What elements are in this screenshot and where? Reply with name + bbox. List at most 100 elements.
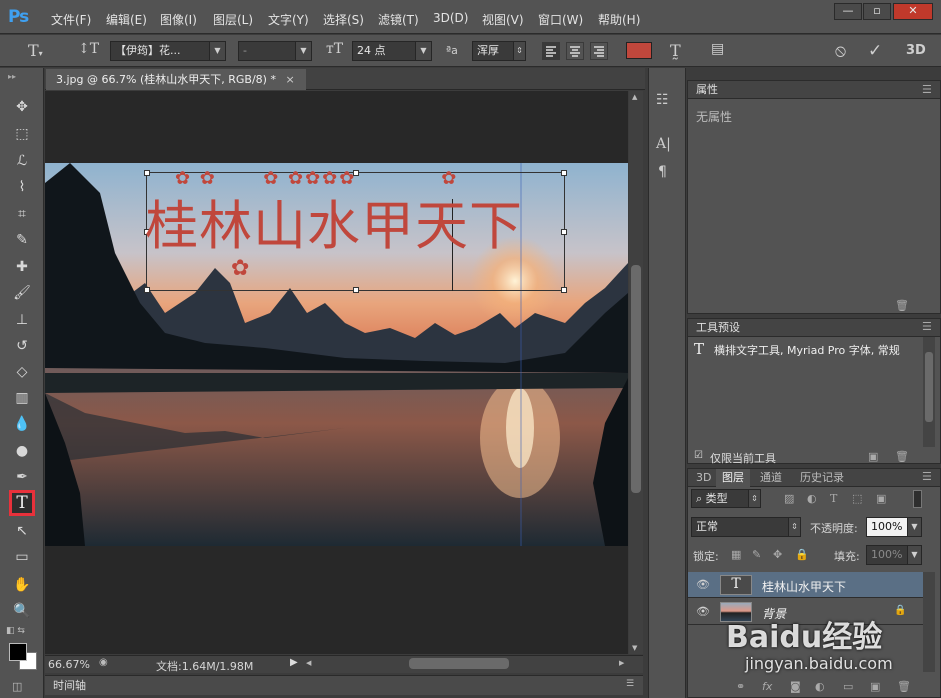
- panel-menu-icon[interactable]: ☰: [626, 679, 634, 689]
- collapse-toolbar-icon[interactable]: ▸▸: [8, 72, 16, 81]
- anti-alias-select[interactable]: 浑厚 ⇕: [472, 41, 526, 61]
- tab-3d[interactable]: 3D: [690, 469, 717, 487]
- lock-pixels-icon[interactable]: ✎: [752, 548, 761, 561]
- transform-handle[interactable]: [144, 287, 150, 293]
- menu-layer[interactable]: 图层(L): [213, 11, 253, 28]
- rectangle-tool-icon[interactable]: ▭: [9, 546, 35, 568]
- layers-scrollbar[interactable]: [923, 572, 935, 672]
- commit-edit-icon[interactable]: ✓: [868, 41, 882, 61]
- zoom-level[interactable]: 66.67%: [48, 658, 90, 671]
- eye-icon[interactable]: 👁: [696, 578, 710, 591]
- font-size-select[interactable]: 24 点 ▼: [352, 41, 432, 61]
- transform-handle[interactable]: [144, 170, 150, 176]
- layer-filter-select[interactable]: ⌕ 类型 ⇕: [691, 489, 761, 508]
- current-tool-only-checkbox[interactable]: ☑: [694, 450, 703, 461]
- filter-toggle-switch[interactable]: [913, 490, 922, 508]
- scroll-up-icon[interactable]: ▲: [632, 93, 637, 101]
- filter-type-icon[interactable]: T: [830, 492, 837, 505]
- character-panel-icon[interactable]: A|: [656, 136, 671, 152]
- adjustment-layer-icon[interactable]: ◐: [815, 680, 825, 693]
- transform-handle[interactable]: [353, 287, 359, 293]
- quick-select-tool-icon[interactable]: ⌇: [9, 176, 35, 198]
- toggle-text-orientation-icon[interactable]: ↕T: [78, 41, 99, 57]
- menu-view[interactable]: 视图(V): [482, 11, 524, 28]
- 3d-button[interactable]: 3D: [906, 43, 926, 58]
- add-mask-icon[interactable]: ◙: [790, 680, 801, 693]
- menu-select[interactable]: 选择(S): [323, 11, 364, 28]
- history-brush-tool-icon[interactable]: ↺: [9, 335, 35, 357]
- lasso-tool-icon[interactable]: ℒ: [9, 150, 35, 172]
- lock-position-icon[interactable]: ✥: [773, 548, 782, 561]
- quick-mask-icon[interactable]: ◫: [12, 680, 22, 693]
- marquee-tool-icon[interactable]: ⬚: [9, 123, 35, 145]
- filter-smart-object-icon[interactable]: ▣: [876, 492, 886, 505]
- delete-icon[interactable]: 🗑: [895, 299, 909, 312]
- panel-menu-icon[interactable]: ☰: [922, 320, 932, 333]
- menu-filter[interactable]: 滤镜(T): [378, 11, 419, 28]
- blur-tool-icon[interactable]: 💧: [9, 413, 35, 435]
- vertical-scroll-thumb[interactable]: [631, 265, 641, 493]
- new-group-icon[interactable]: ▭: [843, 680, 853, 693]
- new-preset-icon[interactable]: ▣: [868, 450, 878, 463]
- filter-shape-icon[interactable]: ⬚: [852, 492, 862, 505]
- menu-file[interactable]: 文件(F): [51, 11, 91, 28]
- minimize-button[interactable]: —: [834, 3, 862, 20]
- close-window-button[interactable]: ✕: [893, 3, 933, 20]
- layer-row-text[interactable]: 👁 T 桂林山水甲天下: [688, 572, 924, 598]
- default-colors-icon[interactable]: ◧ ⇆: [6, 626, 25, 636]
- font-style-select[interactable]: - ▼: [238, 41, 312, 61]
- tool-preset-item[interactable]: 横排文字工具, Myriad Pro 字体, 常规: [714, 342, 922, 358]
- menu-edit[interactable]: 编辑(E): [106, 11, 147, 28]
- eye-icon[interactable]: 👁: [696, 605, 710, 618]
- panel-menu-icon[interactable]: ☰: [922, 83, 932, 96]
- canvas-image[interactable]: 桂林山水甲天下 ✿ ✿ ✿ ✿✿✿✿ ✿ ✿: [45, 163, 628, 546]
- new-layer-icon[interactable]: ▣: [870, 680, 880, 693]
- horizontal-scroll-thumb[interactable]: [409, 658, 509, 669]
- crop-tool-icon[interactable]: ⌗: [9, 203, 35, 225]
- transform-handle[interactable]: [561, 229, 567, 235]
- tab-channels[interactable]: 通道: [754, 469, 788, 487]
- move-tool-icon[interactable]: ✥: [9, 96, 35, 118]
- align-left-button[interactable]: [542, 42, 560, 60]
- hand-tool-icon[interactable]: ✋: [9, 574, 35, 596]
- scroll-down-icon[interactable]: ▼: [632, 644, 637, 652]
- lock-transparent-icon[interactable]: ▦: [731, 548, 741, 561]
- lock-all-icon[interactable]: 🔒: [795, 548, 809, 561]
- character-panel-icon[interactable]: ▤: [711, 41, 724, 57]
- presets-scroll-thumb[interactable]: [925, 352, 933, 422]
- restore-button[interactable]: ▫: [863, 3, 891, 20]
- menu-image[interactable]: 图像(I): [160, 11, 197, 28]
- pen-tool-icon[interactable]: ✒: [9, 466, 35, 488]
- menu-type[interactable]: 文字(Y): [268, 11, 309, 28]
- healing-brush-tool-icon[interactable]: ✚: [9, 256, 35, 278]
- panel-menu-icon[interactable]: ☰: [922, 470, 932, 483]
- brush-tool-icon[interactable]: 🖌: [9, 282, 35, 304]
- timeline-panel[interactable]: 时间轴: [45, 675, 643, 695]
- layer-name[interactable]: 桂林山水甲天下: [762, 578, 846, 595]
- warp-text-icon[interactable]: T̰: [670, 41, 681, 60]
- history-panel-icon[interactable]: ☷: [656, 92, 669, 108]
- status-info-icon[interactable]: ◉: [99, 657, 108, 668]
- dodge-tool-icon[interactable]: ●: [9, 440, 35, 462]
- eyedropper-tool-icon[interactable]: ✎: [9, 229, 35, 251]
- paragraph-panel-icon[interactable]: ¶: [658, 164, 667, 180]
- opacity-input[interactable]: 100% ▼: [866, 517, 922, 537]
- link-layers-icon[interactable]: ⚭: [736, 680, 745, 693]
- tab-history[interactable]: 历史记录: [794, 469, 850, 487]
- path-select-tool-icon[interactable]: ↖: [9, 520, 35, 542]
- text-color-swatch[interactable]: [626, 42, 652, 59]
- transform-handle[interactable]: [561, 170, 567, 176]
- menu-help[interactable]: 帮助(H): [598, 11, 640, 28]
- filter-adjustment-icon[interactable]: ◐: [807, 492, 817, 505]
- font-family-select[interactable]: 【伊筠】花... ▼: [110, 41, 226, 61]
- text-tool-icon[interactable]: T: [9, 490, 35, 516]
- blend-mode-select[interactable]: 正常 ⇕: [691, 517, 801, 537]
- zoom-tool-icon[interactable]: 🔍: [9, 600, 35, 622]
- text-tool-preset-icon[interactable]: T▾: [28, 41, 43, 60]
- clone-stamp-tool-icon[interactable]: ⊥: [9, 309, 35, 331]
- align-center-button[interactable]: [566, 42, 584, 60]
- delete-layer-icon[interactable]: 🗑: [897, 680, 911, 693]
- transform-handle[interactable]: [561, 287, 567, 293]
- eraser-tool-icon[interactable]: ◇: [9, 361, 35, 383]
- scroll-left-icon[interactable]: ◀: [306, 659, 311, 667]
